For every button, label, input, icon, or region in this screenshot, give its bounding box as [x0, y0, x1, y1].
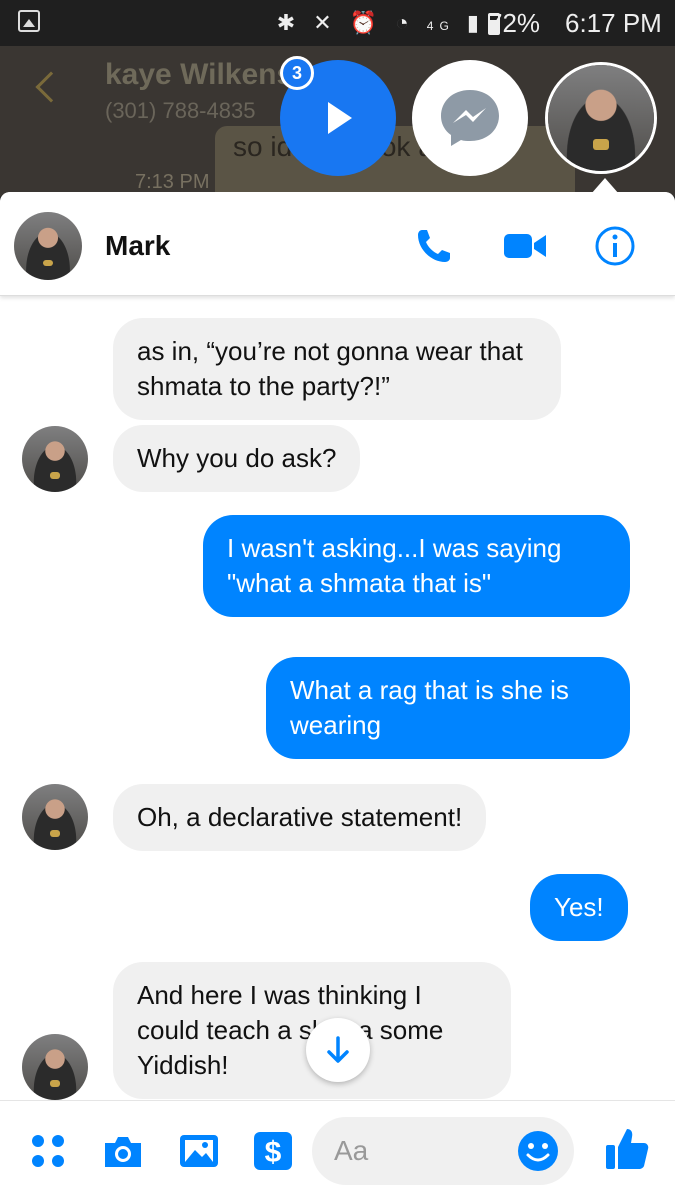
like-icon[interactable]: [603, 1125, 651, 1173]
sender-avatar: [22, 426, 88, 492]
arrow-down-icon: [327, 1036, 349, 1063]
message-bubble-incoming: Why you do ask?: [113, 425, 361, 492]
svg-text:$: $: [265, 1136, 282, 1169]
background-timestamp: 7:13 PM: [135, 171, 210, 193]
chat-panel: Mark as in, “you’re not gonna wear that …: [0, 192, 675, 1200]
sender-avatar: [22, 784, 88, 850]
network-type: 4G: [426, 19, 455, 33]
message-bubble-incoming: Oh, a declarative statement!: [113, 784, 487, 851]
status-icons: ✱ ✕ ⏰ ◔ 4G ▮: [276, 10, 485, 35]
back-arrow-icon: [35, 71, 67, 103]
payment-icon[interactable]: $: [251, 1129, 295, 1173]
info-icon[interactable]: [593, 224, 637, 268]
message-bubble-outgoing: I wasn't asking...I was saying "what a s…: [203, 515, 630, 617]
battery-percent: 72%: [488, 8, 541, 38]
message-bubble-outgoing: Yes!: [530, 874, 628, 941]
scroll-to-bottom-button[interactable]: [306, 1018, 370, 1082]
messenger-chathead-button[interactable]: [412, 60, 528, 176]
emoji-icon[interactable]: [516, 1129, 560, 1173]
status-bar: ✱ ✕ ⏰ ◔ 4G ▮ 6:17 PM 72%: [0, 0, 675, 46]
chat-header: Mark: [0, 192, 675, 296]
contact-avatar[interactable]: [14, 212, 82, 280]
video-camera-icon[interactable]: [502, 224, 546, 268]
messenger-icon: [441, 90, 499, 146]
camera-icon[interactable]: [101, 1129, 145, 1173]
gallery-notification-icon: [18, 10, 40, 32]
message-bubble-incoming: as in, “you’re not gonna wear that shmat…: [113, 318, 561, 420]
message-composer: $: [0, 1100, 675, 1200]
unread-count-badge: 3: [280, 56, 314, 90]
play-icon: [328, 102, 352, 134]
mark-chathead-avatar[interactable]: [545, 62, 657, 174]
apps-icon[interactable]: [26, 1129, 70, 1173]
avatar: [548, 65, 654, 171]
contact-name[interactable]: Mark: [105, 230, 170, 262]
phone-icon[interactable]: [412, 224, 456, 268]
background-contact-phone: (301) 788-4835: [105, 98, 256, 123]
message-bubble-outgoing: What a rag that is she is wearing: [266, 657, 630, 759]
clock: 6:17 PM: [565, 8, 662, 38]
sender-avatar: [22, 1034, 88, 1100]
message-list[interactable]: as in, “you’re not gonna wear that shmat…: [0, 296, 675, 1100]
gallery-icon[interactable]: [177, 1129, 221, 1173]
